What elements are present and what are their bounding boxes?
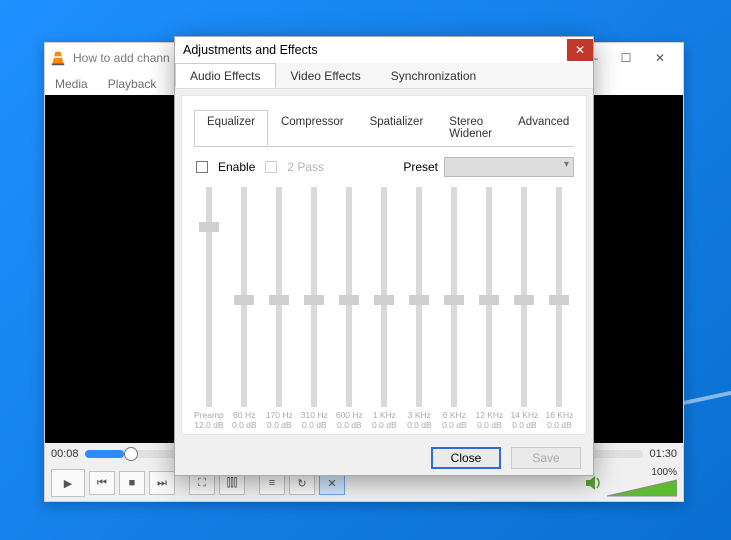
- sub-tab-strip: Equalizer Compressor Spatializer Stereo …: [194, 110, 574, 147]
- enable-checkbox[interactable]: [196, 161, 208, 173]
- eq-thumb-b14k[interactable]: [514, 295, 534, 305]
- eq-thumb-b600[interactable]: [339, 295, 359, 305]
- eq-slider-Preamp[interactable]: [206, 187, 212, 407]
- eq-thumb-b12k[interactable]: [479, 295, 499, 305]
- eq-band-b600: 600 Hz0.0 dB: [335, 187, 364, 430]
- subtab-compressor[interactable]: Compressor: [268, 110, 357, 146]
- eq-thumb-b3k[interactable]: [409, 295, 429, 305]
- eq-band-b310: 310 Hz0.0 dB: [300, 187, 329, 430]
- eq-value-label: 0.0 dB: [267, 420, 292, 430]
- subtab-spatializer[interactable]: Spatializer: [357, 110, 437, 146]
- eq-slider-b14k[interactable]: [521, 187, 527, 407]
- eq-slider-b170[interactable]: [276, 187, 282, 407]
- enable-label: Enable: [218, 160, 255, 174]
- eq-value-label: 0.0 dB: [337, 420, 362, 430]
- menu-playback[interactable]: Playback: [108, 77, 157, 91]
- preset-dropdown[interactable]: [444, 157, 574, 177]
- eq-freq-label: Preamp: [194, 411, 224, 420]
- tab-video-effects[interactable]: Video Effects: [276, 63, 376, 88]
- previous-button[interactable]: ⏮: [89, 471, 115, 495]
- eq-thumb-Preamp[interactable]: [199, 222, 219, 232]
- close-button[interactable]: Close: [431, 447, 501, 469]
- eq-thumb-b310[interactable]: [304, 295, 324, 305]
- eq-thumb-b1k[interactable]: [374, 295, 394, 305]
- main-tab-strip: Audio Effects Video Effects Synchronizat…: [175, 63, 593, 89]
- subtab-equalizer[interactable]: Equalizer: [194, 110, 268, 146]
- eq-value-label: 0.0 dB: [372, 420, 397, 430]
- eq-slider-b16k[interactable]: [556, 187, 562, 407]
- subtab-stereo-widener[interactable]: Stereo Widener: [436, 110, 505, 146]
- eq-freq-label: 16 KHz: [545, 411, 573, 420]
- dialog-footer: Close Save: [175, 441, 593, 475]
- eq-value-label: 0.0 dB: [547, 420, 572, 430]
- eq-value-label: 0.0 dB: [512, 420, 537, 430]
- eq-band-b3k: 3 KHz0.0 dB: [405, 187, 434, 430]
- eq-slider-b60[interactable]: [241, 187, 247, 407]
- time-total: 01:30: [649, 448, 677, 460]
- eq-value-label: 0.0 dB: [477, 420, 502, 430]
- next-button[interactable]: ⏭: [149, 471, 175, 495]
- eq-freq-label: 170 Hz: [266, 411, 293, 420]
- dialog-title: Adjustments and Effects: [183, 43, 318, 57]
- stop-button[interactable]: ■: [119, 471, 145, 495]
- eq-freq-label: 60 Hz: [233, 411, 255, 420]
- eq-band-b6k: 6 KHz0.0 dB: [440, 187, 469, 430]
- twopass-label: 2 Pass: [287, 160, 324, 174]
- eq-slider-b12k[interactable]: [486, 187, 492, 407]
- adjustments-dialog: Adjustments and Effects ✕ Audio Effects …: [174, 36, 594, 476]
- eq-band-b12k: 12 KHz0.0 dB: [475, 187, 504, 430]
- eq-freq-label: 1 KHz: [373, 411, 396, 420]
- eq-freq-label: 14 KHz: [510, 411, 538, 420]
- eq-slider-b3k[interactable]: [416, 187, 422, 407]
- save-button: Save: [511, 447, 581, 469]
- equalizer-bands: Preamp12.0 dB60 Hz0.0 dB170 Hz0.0 dB310 …: [194, 181, 574, 430]
- dialog-close-button[interactable]: ✕: [567, 39, 593, 61]
- eq-freq-label: 600 Hz: [336, 411, 363, 420]
- time-elapsed: 00:08: [51, 448, 79, 460]
- seek-thumb[interactable]: [124, 447, 138, 461]
- eq-value-label: 0.0 dB: [407, 420, 432, 430]
- eq-freq-label: 6 KHz: [443, 411, 466, 420]
- twopass-checkbox: [265, 161, 277, 173]
- eq-thumb-b170[interactable]: [269, 295, 289, 305]
- eq-band-b170: 170 Hz0.0 dB: [265, 187, 294, 430]
- maximize-button[interactable]: ☐: [617, 49, 635, 67]
- eq-freq-label: 3 KHz: [408, 411, 431, 420]
- speaker-icon[interactable]: [585, 475, 603, 491]
- volume-percent: 100%: [651, 467, 677, 478]
- volume-slider[interactable]: [607, 478, 677, 500]
- eq-band-b1k: 1 KHz0.0 dB: [370, 187, 399, 430]
- eq-value-label: 0.0 dB: [442, 420, 467, 430]
- eq-value-label: 12.0 dB: [194, 420, 223, 430]
- eq-slider-b600[interactable]: [346, 187, 352, 407]
- eq-thumb-b60[interactable]: [234, 295, 254, 305]
- eq-freq-label: 12 KHz: [475, 411, 503, 420]
- subtab-advanced[interactable]: Advanced: [505, 110, 582, 146]
- eq-slider-b310[interactable]: [311, 187, 317, 407]
- eq-band-b60: 60 Hz0.0 dB: [230, 187, 259, 430]
- eq-thumb-b6k[interactable]: [444, 295, 464, 305]
- menu-media[interactable]: Media: [55, 77, 88, 91]
- close-window-button[interactable]: ✕: [651, 49, 669, 67]
- tab-audio-effects[interactable]: Audio Effects: [175, 63, 276, 88]
- eq-band-b16k: 16 KHz0.0 dB: [545, 187, 574, 430]
- eq-slider-b6k[interactable]: [451, 187, 457, 407]
- eq-thumb-b16k[interactable]: [549, 295, 569, 305]
- audio-effects-panel: Equalizer Compressor Spatializer Stereo …: [181, 95, 587, 435]
- eq-value-label: 0.0 dB: [232, 420, 257, 430]
- eq-freq-label: 310 Hz: [301, 411, 328, 420]
- equalizer-options: Enable 2 Pass Preset: [194, 147, 574, 181]
- eq-band-b14k: 14 KHz0.0 dB: [510, 187, 539, 430]
- eq-value-label: 0.0 dB: [302, 420, 327, 430]
- vlc-cone-icon: [49, 49, 67, 67]
- eq-slider-b1k[interactable]: [381, 187, 387, 407]
- dialog-titlebar: Adjustments and Effects ✕: [175, 37, 593, 63]
- eq-band-Preamp: Preamp12.0 dB: [194, 187, 224, 430]
- preset-label: Preset: [403, 160, 438, 174]
- play-button[interactable]: ▶: [51, 469, 85, 497]
- tab-synchronization[interactable]: Synchronization: [376, 63, 491, 88]
